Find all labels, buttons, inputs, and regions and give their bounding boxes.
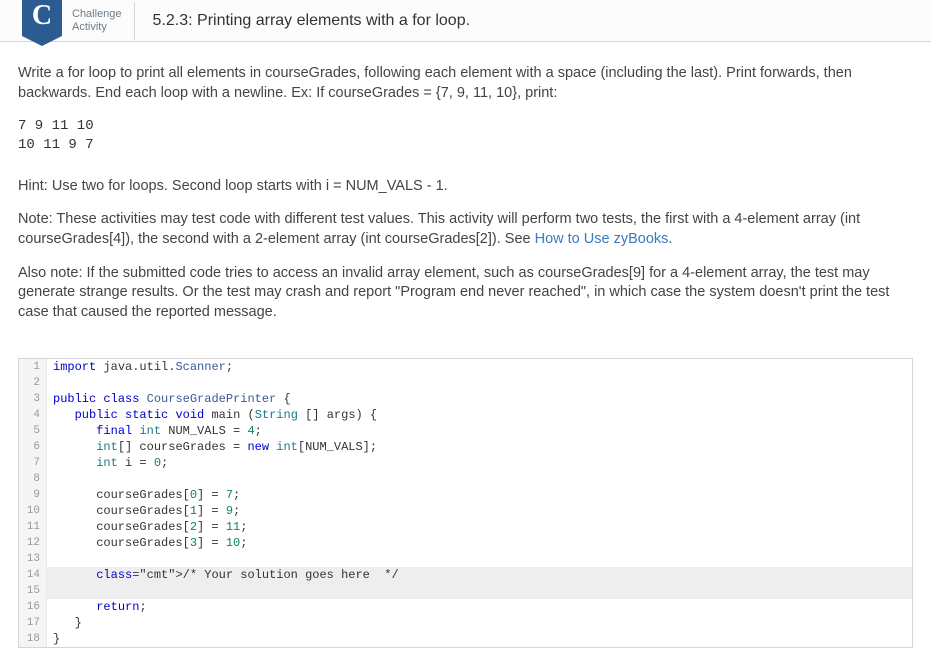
- code-text[interactable]: courseGrades[3] = 10;: [47, 535, 912, 551]
- code-line[interactable]: 8: [19, 471, 912, 487]
- line-number: 17: [19, 615, 47, 631]
- code-line[interactable]: 7 int i = 0;: [19, 455, 912, 471]
- line-number: 16: [19, 599, 47, 615]
- code-text[interactable]: }: [47, 615, 912, 631]
- code-line[interactable]: 5 final int NUM_VALS = 4;: [19, 423, 912, 439]
- code-text[interactable]: final int NUM_VALS = 4;: [47, 423, 912, 439]
- code-text[interactable]: [47, 471, 912, 487]
- code-line[interactable]: 3public class CourseGradePrinter {: [19, 391, 912, 407]
- code-line[interactable]: 1import java.util.Scanner;: [19, 359, 912, 375]
- line-number: 18: [19, 631, 47, 647]
- code-line[interactable]: 15: [19, 583, 912, 599]
- line-number: 7: [19, 455, 47, 471]
- code-text[interactable]: [47, 583, 912, 599]
- badge-label: Challenge Activity: [72, 2, 135, 40]
- zybooks-link[interactable]: How to Use zyBooks: [535, 231, 669, 247]
- hint-paragraph: Hint: Use two for loops. Second loop sta…: [18, 177, 913, 197]
- code-line[interactable]: 9 courseGrades[0] = 7;: [19, 487, 912, 503]
- activity-badge: C: [18, 0, 66, 42]
- line-number: 8: [19, 471, 47, 487]
- line-number: 9: [19, 487, 47, 503]
- also-note-paragraph: Also note: If the submitted code tries t…: [18, 264, 913, 323]
- code-text[interactable]: int i = 0;: [47, 455, 912, 471]
- line-number: 3: [19, 391, 47, 407]
- code-line[interactable]: 12 courseGrades[3] = 10;: [19, 535, 912, 551]
- code-line[interactable]: 2: [19, 375, 912, 391]
- code-text[interactable]: courseGrades[0] = 7;: [47, 487, 912, 503]
- badge-letter: C: [22, 0, 62, 36]
- line-number: 1: [19, 359, 47, 375]
- code-text[interactable]: import java.util.Scanner;: [47, 359, 912, 375]
- badge-label-line2: Activity: [72, 21, 122, 34]
- activity-title: 5.2.3: Printing array elements with a fo…: [153, 12, 471, 30]
- code-editor[interactable]: 1import java.util.Scanner;23public class…: [18, 358, 913, 648]
- line-number: 6: [19, 439, 47, 455]
- code-line[interactable]: 18}: [19, 631, 912, 647]
- note-prefix: Note: These activities may test code wit…: [18, 211, 860, 247]
- note-paragraph: Note: These activities may test code wit…: [18, 210, 913, 249]
- code-text[interactable]: courseGrades[2] = 11;: [47, 519, 912, 535]
- code-text[interactable]: public class CourseGradePrinter {: [47, 391, 912, 407]
- line-number: 15: [19, 583, 47, 599]
- line-number: 2: [19, 375, 47, 391]
- line-number: 5: [19, 423, 47, 439]
- line-number: 10: [19, 503, 47, 519]
- code-line[interactable]: 10 courseGrades[1] = 9;: [19, 503, 912, 519]
- code-line[interactable]: 14 class="cmt">/* Your solution goes her…: [19, 567, 912, 583]
- code-text[interactable]: return;: [47, 599, 912, 615]
- code-line[interactable]: 13: [19, 551, 912, 567]
- instruction-paragraph: Write a for loop to print all elements i…: [18, 64, 913, 103]
- example-output: 7 9 11 10 10 11 9 7: [18, 117, 913, 155]
- badge-ribbon: [22, 36, 62, 46]
- instructions: Write a for loop to print all elements i…: [0, 42, 931, 346]
- line-number: 4: [19, 407, 47, 423]
- line-number: 14: [19, 567, 47, 583]
- code-text[interactable]: class="cmt">/* Your solution goes here *…: [47, 567, 912, 583]
- code-text[interactable]: public static void main (String [] args)…: [47, 407, 912, 423]
- line-number: 11: [19, 519, 47, 535]
- code-text[interactable]: }: [47, 631, 912, 647]
- code-text[interactable]: int[] courseGrades = new int[NUM_VALS];: [47, 439, 912, 455]
- line-number: 12: [19, 535, 47, 551]
- code-line[interactable]: 16 return;: [19, 599, 912, 615]
- badge-label-line1: Challenge: [72, 8, 122, 21]
- code-text[interactable]: [47, 375, 912, 391]
- activity-header: C Challenge Activity 5.2.3: Printing arr…: [0, 0, 931, 42]
- line-number: 13: [19, 551, 47, 567]
- code-line[interactable]: 4 public static void main (String [] arg…: [19, 407, 912, 423]
- code-line[interactable]: 17 }: [19, 615, 912, 631]
- code-text[interactable]: courseGrades[1] = 9;: [47, 503, 912, 519]
- note-suffix: .: [668, 231, 672, 247]
- code-line[interactable]: 11 courseGrades[2] = 11;: [19, 519, 912, 535]
- code-text[interactable]: [47, 551, 912, 567]
- code-line[interactable]: 6 int[] courseGrades = new int[NUM_VALS]…: [19, 439, 912, 455]
